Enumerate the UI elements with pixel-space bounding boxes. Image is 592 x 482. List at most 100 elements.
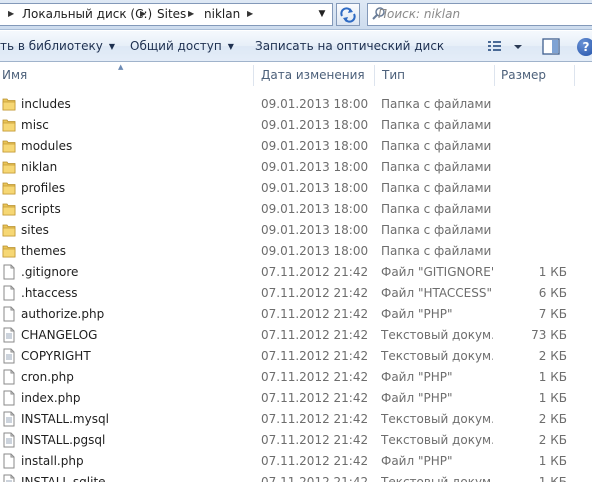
column-name[interactable]: Имя <box>2 63 27 88</box>
file-row[interactable]: index.php 07.11.2012 21:42 Файл "PHP" 1 КБ <box>0 388 592 409</box>
breadcrumb-chevron-icon[interactable]: ▶ <box>8 4 14 25</box>
breadcrumb-niklan[interactable]: niklan <box>204 4 240 25</box>
preview-pane-icon <box>542 38 560 55</box>
file-date: 07.11.2012 21:42 <box>261 433 369 447</box>
file-date: 09.01.2013 18:00 <box>261 97 369 111</box>
file-row[interactable]: .gitignore 07.11.2012 21:42 Файл "GITIGNOR… <box>0 262 592 283</box>
file-icon <box>2 453 16 469</box>
burn-disc-button[interactable]: Записать на оптический диск <box>255 31 444 62</box>
file-row[interactable]: INSTALL.pgsql 07.11.2012 21:42 Текстовый д… <box>0 430 592 451</box>
chevron-down-icon: ▼ <box>227 42 234 51</box>
file-date: 07.11.2012 21:42 <box>261 328 369 342</box>
column-divider[interactable] <box>494 65 495 86</box>
file-name: .gitignore <box>21 265 79 279</box>
file-row[interactable]: themes 09.01.2013 18:00 Папка с файлами <box>0 241 592 262</box>
file-size: 1 КБ <box>538 475 567 482</box>
file-row[interactable]: COPYRIGHT 07.11.2012 21:42 Текстовый докум… <box>0 346 592 367</box>
file-name: INSTALL.sqlite <box>21 475 106 482</box>
file-row[interactable]: niklan 09.01.2013 18:00 Папка с файлами <box>0 157 592 178</box>
file-size: 1 КБ <box>538 391 567 405</box>
file-size: 2 КБ <box>538 412 567 426</box>
file-name: misc <box>21 118 49 132</box>
breadcrumb-chevron-icon[interactable]: ▶ <box>247 4 253 25</box>
text-file-icon <box>2 348 16 364</box>
breadcrumb-chevron-icon[interactable]: ▶ <box>140 4 146 25</box>
file-row[interactable]: .htaccess 07.11.2012 21:42 Файл "HTACCESS"… <box>0 283 592 304</box>
file-date: 07.11.2012 21:42 <box>261 286 369 300</box>
column-divider[interactable] <box>253 65 254 86</box>
file-type: Папка с файлами <box>381 244 492 258</box>
file-name: sites <box>21 223 49 237</box>
file-date: 07.11.2012 21:42 <box>261 454 369 468</box>
file-date: 07.11.2012 21:42 <box>261 307 369 321</box>
file-row[interactable]: modules 09.01.2013 18:00 Папка с файлами <box>0 136 592 157</box>
file-type: Файл "PHP" <box>381 454 453 468</box>
add-to-library-label: ть в библиотеку <box>0 39 103 53</box>
file-row[interactable]: scripts 09.01.2013 18:00 Папка с файлами <box>0 199 592 220</box>
file-row[interactable]: install.php 07.11.2012 21:42 Файл "PHP" 1 К… <box>0 451 592 472</box>
file-date: 09.01.2013 18:00 <box>261 160 369 174</box>
file-list: includes 09.01.2013 18:00 Папка с файлами m… <box>0 94 592 482</box>
change-view-button[interactable] <box>487 38 527 56</box>
file-row[interactable]: CHANGELOG 07.11.2012 21:42 Текстовый докум… <box>0 325 592 346</box>
file-date: 07.11.2012 21:42 <box>261 265 369 279</box>
file-row[interactable]: sites 09.01.2013 18:00 Папка с файлами <box>0 220 592 241</box>
file-type: Файл "PHP" <box>381 391 453 405</box>
file-name: authorize.php <box>21 307 105 321</box>
file-type: Папка с файлами <box>381 223 492 237</box>
file-row[interactable]: misc 09.01.2013 18:00 Папка с файлами <box>0 115 592 136</box>
file-type: Папка с файлами <box>381 97 492 111</box>
file-row[interactable]: INSTALL.mysql 07.11.2012 21:42 Текстовый д… <box>0 409 592 430</box>
breadcrumb-chevron-icon[interactable]: ▶ <box>188 4 194 25</box>
folder-icon <box>2 117 16 133</box>
file-size: 1 КБ <box>538 454 567 468</box>
breadcrumb-drive[interactable]: Локальный диск (C:) <box>22 4 152 25</box>
help-button[interactable]: ? <box>577 38 592 56</box>
text-file-icon <box>2 411 16 427</box>
preview-pane-button[interactable] <box>542 38 560 55</box>
file-size: 1 КБ <box>538 265 567 279</box>
file-type: Текстовый докум... <box>381 328 493 342</box>
breadcrumb-sites[interactable]: Sites <box>157 4 186 25</box>
file-size: 1 КБ <box>538 370 567 384</box>
file-type: Папка с файлами <box>381 139 492 153</box>
add-to-library-button[interactable]: ть в библиотеку ▼ <box>0 31 115 62</box>
file-date: 09.01.2013 18:00 <box>261 139 369 153</box>
column-divider[interactable] <box>374 65 375 86</box>
file-type: Папка с файлами <box>381 181 492 195</box>
file-icon <box>2 285 16 301</box>
file-name: index.php <box>21 391 81 405</box>
view-details-icon <box>488 41 522 51</box>
file-type: Текстовый докум... <box>381 433 493 447</box>
share-button[interactable]: Общий доступ ▼ <box>130 31 234 62</box>
file-date: 07.11.2012 21:42 <box>261 370 369 384</box>
file-size: 6 КБ <box>538 286 567 300</box>
file-row[interactable]: INSTALL.sqlite 07.11.2012 21:42 Текстовый … <box>0 472 592 482</box>
file-size: 2 КБ <box>538 433 567 447</box>
file-row[interactable]: authorize.php 07.11.2012 21:42 Файл "PHP" 7… <box>0 304 592 325</box>
file-name: scripts <box>21 202 61 216</box>
file-date: 07.11.2012 21:42 <box>261 412 369 426</box>
text-file-icon <box>2 474 16 482</box>
file-name: INSTALL.mysql <box>21 412 109 426</box>
file-date: 09.01.2013 18:00 <box>261 118 369 132</box>
file-type: Текстовый докум... <box>381 412 493 426</box>
address-history-dropdown[interactable]: ▼ <box>312 4 332 25</box>
file-type: Файл "PHP" <box>381 370 453 384</box>
file-row[interactable]: cron.php 07.11.2012 21:42 Файл "PHP" 1 КБ <box>0 367 592 388</box>
column-divider[interactable] <box>574 65 575 86</box>
file-name: .htaccess <box>21 286 78 300</box>
file-name: modules <box>21 139 73 153</box>
search-input[interactable]: Поиск: niklan <box>367 3 592 26</box>
file-icon <box>2 264 16 280</box>
file-row[interactable]: includes 09.01.2013 18:00 Папка с файлами <box>0 94 592 115</box>
address-bar[interactable]: ▶ Локальный диск (C:) ▶ Sites ▶ niklan ▶… <box>0 3 333 26</box>
file-row[interactable]: profiles 09.01.2013 18:00 Папка с файлами <box>0 178 592 199</box>
column-size[interactable]: Размер <box>501 63 546 88</box>
refresh-button[interactable] <box>336 3 360 26</box>
command-bar: ть в библиотеку ▼ Общий доступ ▼ Записать … <box>0 31 592 62</box>
folder-icon <box>2 159 16 175</box>
column-date[interactable]: Дата изменения <box>261 63 365 88</box>
file-date: 09.01.2013 18:00 <box>261 223 369 237</box>
column-type[interactable]: Тип <box>382 63 405 88</box>
